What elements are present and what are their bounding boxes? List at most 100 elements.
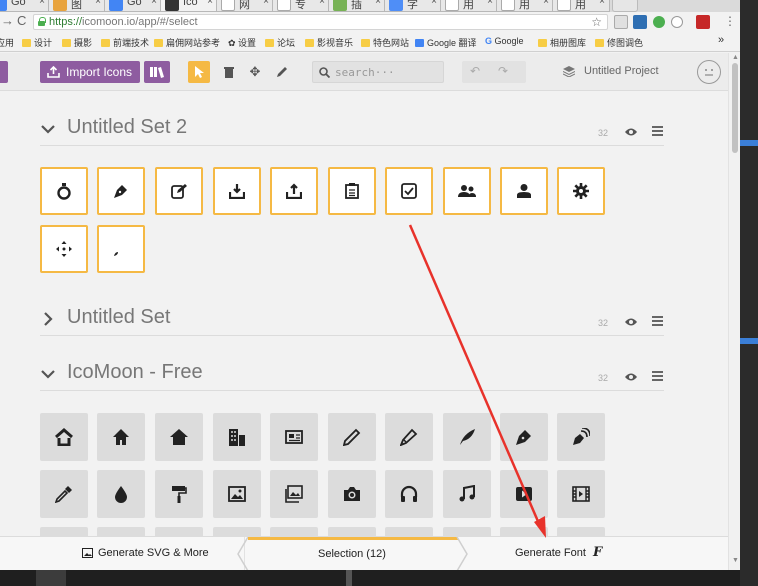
close-icon[interactable]: × (207, 0, 213, 7)
browser-tab[interactable]: 插 × (328, 0, 386, 12)
gmail-extension-icon[interactable] (614, 15, 628, 29)
new-tab-button[interactable] (612, 0, 638, 12)
browser-tab[interactable]: 用 × (440, 0, 498, 12)
glyph-quill[interactable] (443, 413, 491, 461)
move-tool-button[interactable]: ✥ (245, 62, 265, 82)
chrome-extension-icon[interactable] (653, 16, 665, 28)
delete-tool-button[interactable] (219, 62, 239, 82)
glyph-users[interactable] (443, 167, 491, 215)
glyph-office[interactable] (213, 413, 261, 461)
browser-tab[interactable]: 用 × (496, 0, 554, 12)
close-icon[interactable]: × (599, 0, 605, 7)
bookmark-folder[interactable]: 论坛 (265, 36, 295, 49)
glyph-film[interactable] (557, 470, 605, 518)
glyph-clipboard[interactable] (328, 167, 376, 215)
bookmark-folder[interactable]: 设计 (22, 36, 52, 49)
search-input[interactable]: search··· (312, 61, 444, 83)
close-icon[interactable]: × (39, 0, 45, 7)
select-tool-button[interactable] (188, 61, 210, 83)
url-input[interactable]: https://icomoon.io/app/#/select ☆ (33, 14, 608, 30)
set-header[interactable]: IcoMoon - Free 32 (40, 361, 664, 391)
taskbar-item[interactable] (346, 570, 352, 586)
glyph-cog[interactable] (557, 167, 605, 215)
close-icon[interactable]: × (375, 0, 381, 7)
chevron-down-icon[interactable] (40, 366, 56, 382)
glyph-move[interactable] (40, 225, 88, 273)
close-icon[interactable]: × (543, 0, 549, 7)
close-icon[interactable]: × (431, 0, 437, 7)
glyph-image[interactable] (213, 470, 261, 518)
star-icon[interactable]: ☆ (591, 15, 602, 29)
browser-tab-active[interactable]: Ico × (160, 0, 218, 12)
browser-tab[interactable]: 用 × (552, 0, 610, 12)
import-icons-button[interactable]: Import Icons (40, 61, 140, 83)
undo-icon[interactable]: ↶ (470, 64, 480, 78)
glyph-paint-format[interactable] (155, 470, 203, 518)
browser-tab[interactable]: 专 × (272, 0, 330, 12)
glyph-music[interactable] (443, 470, 491, 518)
bookmark-google[interactable]: G Google (485, 36, 524, 46)
glyph-download[interactable] (213, 167, 261, 215)
chevron-down-icon[interactable] (40, 121, 56, 137)
eye-icon[interactable] (625, 372, 637, 382)
generate-font-button[interactable]: Generate Font F (468, 537, 664, 571)
close-icon[interactable]: × (319, 0, 325, 7)
glyph-brush[interactable] (97, 225, 145, 273)
pdf-extension-icon[interactable] (696, 15, 710, 29)
glyph-checkbox[interactable] (385, 167, 433, 215)
menu-icon[interactable] (652, 371, 663, 381)
account-button[interactable] (697, 60, 721, 84)
bookmarks-overflow-button[interactable]: » (718, 34, 724, 46)
set-header[interactable]: Untitled Set 32 (40, 306, 664, 336)
reload-icon[interactable]: C (17, 13, 26, 28)
bookmark-folder[interactable]: 影视音乐 (305, 36, 353, 49)
main-menu-button[interactable] (0, 61, 8, 83)
glyph-home[interactable] (40, 413, 88, 461)
redo-icon[interactable]: ↷ (498, 64, 508, 78)
forward-icon[interactable]: → (1, 13, 14, 28)
eye-icon[interactable] (625, 317, 637, 327)
translate-extension-icon[interactable] (633, 15, 647, 29)
vertical-scrollbar[interactable]: ▲ ▼ (728, 53, 740, 586)
glyph-edit[interactable] (155, 167, 203, 215)
browser-tab[interactable]: Go × (104, 0, 162, 12)
scrollbar-thumb[interactable] (732, 63, 738, 153)
selection-tab[interactable]: Selection (12) (248, 537, 458, 571)
close-icon[interactable]: × (95, 0, 101, 7)
browser-tab[interactable]: Go × (0, 0, 50, 12)
glyph-droplet[interactable] (97, 470, 145, 518)
bookmark-apps[interactable]: 应用 (0, 36, 14, 49)
menu-icon[interactable] (652, 126, 663, 136)
glyph-blog[interactable] (557, 413, 605, 461)
more-menu-icon[interactable]: ⋮ (724, 14, 736, 28)
taskbar-item[interactable] (36, 570, 66, 586)
set-header[interactable]: Untitled Set 2 32 (40, 116, 664, 146)
bookmark-folder[interactable]: 摄影 (62, 36, 92, 49)
scroll-up-icon[interactable]: ▲ (732, 54, 739, 61)
glyph-pen-free[interactable] (500, 413, 548, 461)
glyph-play[interactable] (500, 470, 548, 518)
library-button[interactable] (144, 61, 170, 83)
close-icon[interactable]: × (263, 0, 269, 7)
glyph-user[interactable] (500, 167, 548, 215)
bookmark-folder[interactable]: 修图调色 (595, 36, 643, 49)
browser-tab[interactable]: 字 × (384, 0, 442, 12)
glyph-images[interactable] (270, 470, 318, 518)
chevron-right-icon[interactable] (455, 537, 469, 571)
glyph-pencil2[interactable] (385, 413, 433, 461)
bookmark-folder[interactable]: 特色网站 (361, 36, 409, 49)
bookmark-folder[interactable]: 扁佣网站参考 (154, 36, 220, 49)
browser-tab[interactable]: 图 × (48, 0, 106, 12)
glyph-camera[interactable] (328, 470, 376, 518)
edit-tool-button[interactable] (272, 62, 292, 82)
glyph-upload[interactable] (270, 167, 318, 215)
bookmark-folder[interactable]: 前端技术 (101, 36, 149, 49)
shield-extension-icon[interactable] (671, 16, 683, 28)
bookmark-settings[interactable]: ✿ 设置 (228, 36, 256, 49)
generate-svg-button[interactable]: Generate SVG & More (0, 537, 245, 571)
glyph-stopwatch[interactable] (40, 167, 88, 215)
close-icon[interactable]: × (487, 0, 493, 7)
eye-icon[interactable] (625, 127, 637, 137)
glyph-home2[interactable] (97, 413, 145, 461)
menu-icon[interactable] (652, 316, 663, 326)
